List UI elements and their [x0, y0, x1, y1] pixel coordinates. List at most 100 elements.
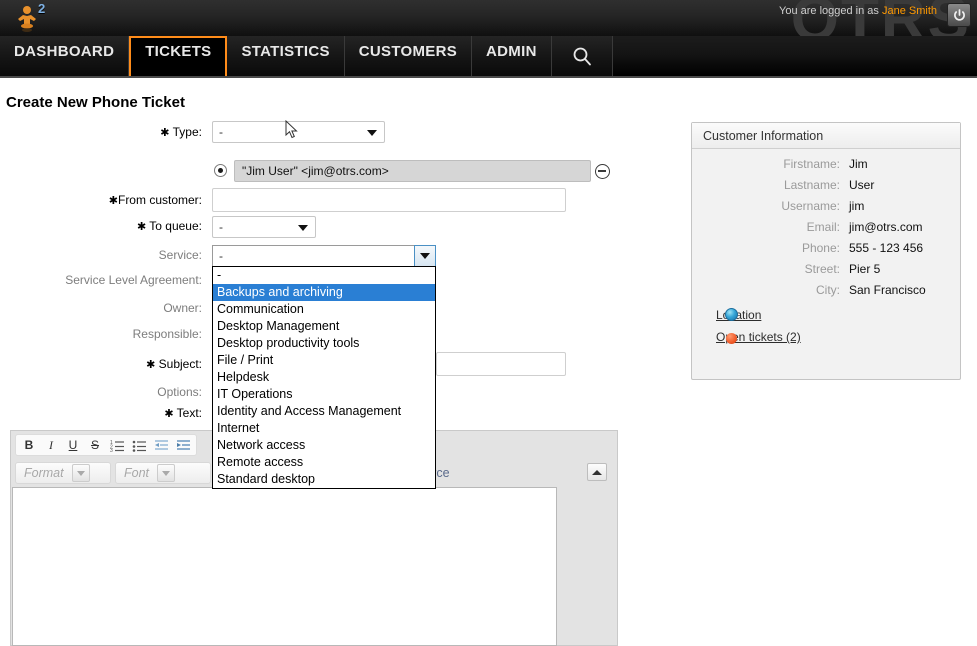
to-queue-select[interactable]: - [212, 216, 316, 238]
nav-label-dashboard: DASHBOARD [14, 43, 114, 60]
label-service: Service: [60, 248, 202, 262]
customer-information-panel: Customer Information Firstname: Jim Last… [691, 122, 961, 380]
notification-count-badge[interactable]: 2 [38, 1, 45, 16]
customer-info-row-lastname: Lastname: User [692, 178, 960, 199]
globe-icon [725, 308, 738, 321]
login-prefix-text: You are logged in as [779, 5, 879, 17]
service-dropdown-list[interactable]: - Backups and archiving Communication De… [212, 266, 436, 489]
logged-in-username[interactable]: Jane Smith [882, 5, 937, 17]
nav-item-dashboard[interactable]: DASHBOARD [0, 36, 129, 76]
label-responsible-text: Responsible: [133, 327, 202, 341]
required-star-subject: ✱ [146, 359, 155, 371]
label-subject: ✱ Subject: [60, 357, 202, 371]
subject-input[interactable] [436, 352, 566, 376]
dropdown-option-2[interactable]: Communication [213, 301, 435, 318]
bold-icon[interactable]: B [18, 435, 40, 455]
customer-info-row-city: City: San Francisco [692, 283, 960, 304]
font-select-value: Font [124, 466, 149, 480]
nav-item-statistics[interactable]: STATISTICS [227, 36, 344, 76]
customer-entry-field[interactable]: "Jim User" <jim@otrs.com> [234, 160, 591, 182]
outdent-icon[interactable] [150, 435, 172, 455]
customer-info-row-phone: Phone: 555 - 123 456 [692, 241, 960, 262]
service-select-toggle[interactable] [414, 245, 436, 267]
dropdown-option-0[interactable]: - [213, 267, 435, 284]
logout-button[interactable] [947, 3, 971, 27]
main-navigation: DASHBOARD TICKETS STATISTICS CUSTOMERS A… [0, 36, 977, 78]
nav-item-tickets[interactable]: TICKETS [129, 36, 227, 76]
service-select-value: - [213, 246, 414, 266]
customer-entry-text: "Jim User" <jim@otrs.com> [242, 164, 389, 178]
customer-info-value-city: San Francisco [849, 283, 926, 297]
customer-info-key-city: City: [692, 283, 840, 297]
label-subject-text: Subject: [159, 357, 202, 371]
label-sla-text: Service Level Agreement: [65, 273, 202, 287]
customer-info-value-firstname: Jim [849, 157, 868, 171]
label-type-text: Type: [173, 125, 202, 139]
customer-info-value-street: Pier 5 [849, 262, 880, 276]
customer-radio-selected[interactable] [214, 164, 227, 177]
mouse-cursor [285, 120, 299, 140]
dropdown-option-11[interactable]: Remote access [213, 454, 435, 471]
customer-information-title: Customer Information [692, 123, 960, 149]
format-select-value: Format [24, 466, 64, 480]
dropdown-option-8[interactable]: Identity and Access Management [213, 403, 435, 420]
label-options: Options: [60, 385, 202, 399]
font-select[interactable]: Font [115, 462, 211, 484]
from-customer-input[interactable] [212, 188, 566, 212]
customer-info-row-username: Username: jim [692, 199, 960, 220]
label-service-text: Service: [159, 248, 202, 262]
to-queue-select-value: - [219, 220, 223, 234]
customer-open-tickets-row: Open tickets (2) [692, 330, 960, 352]
label-sla: Service Level Agreement: [20, 273, 202, 287]
dropdown-option-6[interactable]: Helpdesk [213, 369, 435, 386]
strikethrough-icon[interactable]: S [84, 435, 106, 455]
customer-info-key-street: Street: [692, 262, 840, 276]
chevron-down-icon [298, 225, 308, 231]
numbered-list-icon[interactable]: 1 2 3 [106, 435, 128, 455]
nav-item-customers[interactable]: CUSTOMERS [345, 36, 472, 76]
power-icon [953, 9, 966, 22]
customer-info-key-email: Email: [692, 220, 840, 234]
nav-item-search[interactable] [552, 36, 613, 76]
label-owner: Owner: [60, 301, 202, 315]
bulleted-list-icon[interactable] [128, 435, 150, 455]
editor-format-group: B I U S 1 2 3 [15, 434, 197, 456]
app-header: OTRS 2 You are logged in as Jane Smith [0, 0, 977, 36]
dropdown-option-5[interactable]: File / Print [213, 352, 435, 369]
editor-content-area[interactable] [12, 487, 557, 646]
orange-dot-icon [726, 333, 737, 344]
dropdown-option-7[interactable]: IT Operations [213, 386, 435, 403]
label-options-text: Options: [157, 385, 202, 399]
format-select[interactable]: Format [15, 462, 111, 484]
customer-info-key-firstname: Firstname: [692, 157, 840, 171]
nav-label-statistics: STATISTICS [241, 43, 329, 60]
dropdown-option-1[interactable]: Backups and archiving [213, 284, 435, 301]
required-star-text: ✱ [164, 408, 173, 420]
nav-label-customers: CUSTOMERS [359, 43, 457, 60]
dropdown-option-4[interactable]: Desktop productivity tools [213, 335, 435, 352]
label-to-queue-text: To queue: [149, 219, 202, 233]
nav-label-tickets: TICKETS [145, 43, 211, 60]
label-from-customer-text: From customer: [118, 193, 202, 207]
service-select[interactable]: - [212, 245, 436, 267]
customer-location-row: Location [692, 308, 960, 330]
chevron-down-icon [420, 253, 430, 259]
chevron-down-icon [157, 464, 175, 482]
nav-item-admin[interactable]: ADMIN [472, 36, 552, 76]
customer-info-value-phone: 555 - 123 456 [849, 241, 923, 255]
underline-icon[interactable]: U [62, 435, 84, 455]
indent-icon[interactable] [172, 435, 194, 455]
label-owner-text: Owner: [163, 301, 202, 315]
dropdown-option-10[interactable]: Network access [213, 437, 435, 454]
remove-customer-icon[interactable] [595, 164, 610, 179]
location-link[interactable]: Location [716, 308, 761, 322]
dropdown-option-9[interactable]: Internet [213, 420, 435, 437]
label-type: ✱ Type: [60, 125, 202, 139]
italic-icon[interactable]: I [40, 435, 62, 455]
svg-text:3: 3 [110, 448, 113, 452]
dropdown-option-3[interactable]: Desktop Management [213, 318, 435, 335]
type-select-value: - [219, 125, 223, 139]
dropdown-option-12[interactable]: Standard desktop [213, 471, 435, 488]
collapse-up-icon[interactable] [587, 463, 607, 481]
customer-info-row-street: Street: Pier 5 [692, 262, 960, 283]
